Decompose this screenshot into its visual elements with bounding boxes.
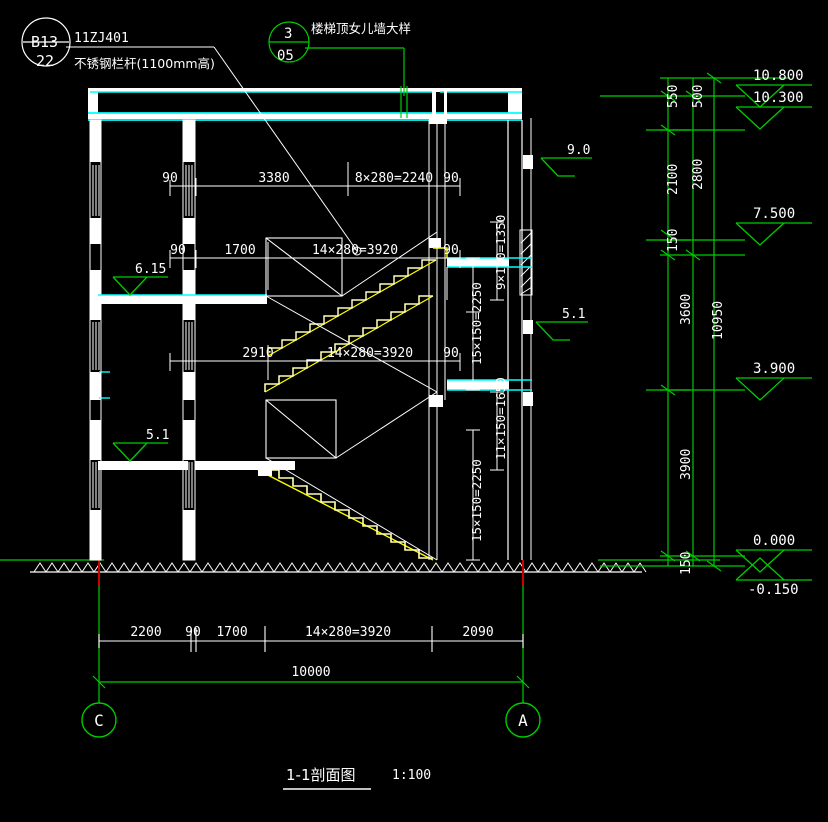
bottom-dimension-lines — [92, 585, 530, 700]
vdim-150-lower: 150 — [679, 552, 694, 575]
bottom-dim-2090: 2090 — [462, 625, 493, 640]
ground-line-group — [0, 559, 720, 585]
elevation-label-10800: 10.800 — [753, 68, 804, 84]
vdim-3600: 3600 — [679, 294, 694, 325]
section-drawing-svg: B13 22 11ZJ401 不锈钢栏杆(1100mm高) 3 05 楼梯顶女儿… — [0, 17, 812, 790]
axis-bubble-label-c: C — [94, 711, 104, 730]
roof-parapet-group — [88, 86, 522, 121]
vdim-2800: 2800 — [691, 159, 706, 190]
elevation-symbol-5-1-right — [535, 321, 588, 341]
callout-left-top-code: B13 — [31, 33, 58, 51]
elevation-symbol-6-15 — [112, 276, 168, 296]
vdim-2100: 2100 — [666, 164, 681, 195]
callout-top-sheet: 05 — [277, 48, 294, 64]
riser-dim-15x150-lower: 15×150=2250 — [469, 459, 484, 542]
elevation-symbols-right — [735, 84, 812, 581]
vdim-500: 500 — [691, 85, 706, 108]
stair-flight-lower — [257, 462, 434, 561]
drawing-scale: 1:100 — [392, 768, 431, 783]
vdim-550: 550 — [666, 85, 681, 108]
run-dim-r1-90-left: 90 — [162, 171, 178, 186]
right-dimension-chain — [600, 72, 790, 572]
left-exterior-wall — [89, 119, 102, 561]
handrail-lines — [265, 231, 448, 561]
elevation-label-5-1-right: 5.1 — [562, 307, 585, 322]
cad-drawing-canvas[interactable]: B13 22 11ZJ401 不锈钢栏杆(1100mm高) 3 05 楼梯顶女儿… — [0, 0, 828, 822]
run-dim-r2-90-right: 90 — [443, 243, 459, 258]
axis-bubble-group — [81, 700, 541, 738]
callout-top-number: 3 — [284, 26, 292, 42]
bottom-dim-total-10000: 10000 — [291, 665, 330, 680]
riser-dim-15x150-upper: 15×150=2250 — [469, 282, 484, 365]
riser-dim-9x150: 9×150=1350 — [493, 215, 508, 290]
vdim-3900: 3900 — [679, 449, 694, 480]
vdim-150-upper: 150 — [666, 229, 681, 252]
riser-dim-11x150: 11×150=1650 — [493, 377, 508, 460]
drawing-title: 1-1剖面图 — [286, 766, 356, 784]
bottom-dim-1700: 1700 — [216, 625, 247, 640]
elevation-symbol-10300 — [735, 106, 812, 130]
axis-bubble-label-a: A — [518, 711, 528, 730]
run-dim-r2-90-left: 90 — [170, 243, 186, 258]
interior-room-lines — [100, 300, 184, 558]
bottom-dim-90: 90 — [185, 625, 201, 640]
run-dim-r3-90: 90 — [443, 346, 459, 361]
callout-left-note: 不锈钢栏杆(1100mm高) — [74, 56, 215, 71]
elevation-label-minus0150: -0.150 — [748, 582, 799, 598]
run-dim-r1-8x280: 8×280=2240 — [355, 171, 433, 186]
run-dim-r3-2910: 2910 — [242, 346, 273, 361]
run-dim-r3-14x280: 14×280=3920 — [327, 346, 413, 361]
run-dim-r2-14x280: 14×280=3920 — [312, 243, 398, 258]
run-dim-r1-3380: 3380 — [258, 171, 289, 186]
elevation-symbol-3900 — [735, 377, 812, 401]
vdim-10950-total: 10950 — [711, 301, 726, 340]
elevation-symbol-9-0 — [540, 157, 592, 177]
elevation-label-10300: 10.300 — [753, 90, 804, 106]
callout-left-atlas: 11ZJ401 — [74, 31, 129, 46]
callout-leader-left — [66, 46, 362, 256]
bottom-dim-2200: 2200 — [130, 625, 161, 640]
run-dim-r1-90-right: 90 — [443, 171, 459, 186]
elevation-label-3900: 3.900 — [753, 361, 795, 377]
elevation-label-6-15: 6.15 — [135, 262, 166, 277]
elevation-label-9-0: 9.0 — [567, 143, 590, 158]
callout-top-note: 楼梯顶女儿墙大样 — [311, 21, 411, 36]
right-exterior-wall — [507, 118, 533, 560]
elevation-label-5-1-left: 5.1 — [146, 428, 169, 443]
run-dim-r2-1700: 1700 — [224, 243, 255, 258]
elevation-label-0000: 0.000 — [753, 533, 795, 549]
callout-left-bottom-code: 22 — [36, 52, 54, 70]
bottom-dim-14x280: 14×280=3920 — [305, 625, 391, 640]
elevation-symbol-7500 — [735, 222, 812, 246]
elevation-label-7500: 7.500 — [753, 206, 795, 222]
elevation-symbol-5-1-left — [112, 442, 168, 462]
